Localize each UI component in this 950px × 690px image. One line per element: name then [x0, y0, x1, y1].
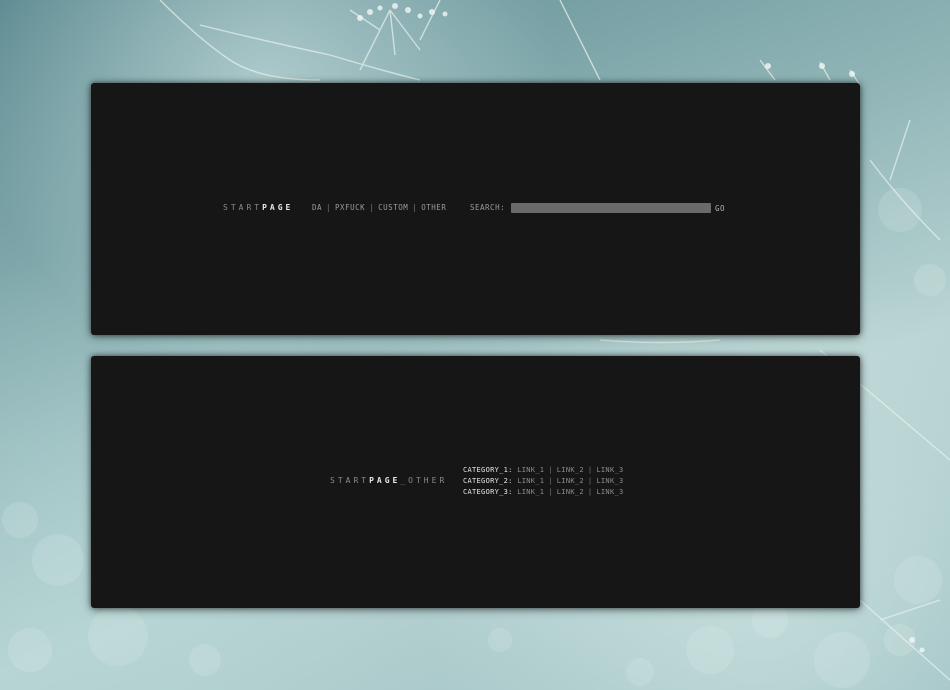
nav-link-pxfuck[interactable]: PXFUCK [335, 203, 365, 212]
search-go-button[interactable]: GO [715, 204, 725, 213]
link-separator: | [548, 477, 553, 485]
nav-link-da[interactable]: DA [312, 203, 322, 212]
category-row: CATEGORY_1: LINK_1 | LINK_2 | LINK_3 [463, 465, 624, 476]
category-row: CATEGORY_3: LINK_1 | LINK_2 | LINK_3 [463, 487, 624, 498]
category-link[interactable]: LINK_1 [517, 466, 544, 474]
nav-link-custom[interactable]: CUSTOM [378, 203, 408, 212]
logo-tail: _OTHER [400, 476, 448, 485]
startpage-other-panel: STARTPAGE_OTHER CATEGORY_1: LINK_1 | LINK_… [91, 356, 860, 608]
startpage-logo: STARTPAGE [223, 203, 293, 212]
category-link[interactable]: LINK_1 [517, 488, 544, 496]
search-input[interactable] [511, 203, 711, 213]
link-separator: | [587, 466, 593, 474]
logo-suffix: PAGE [369, 476, 401, 485]
startpage-header-panel: STARTPAGE DA | PXFUCK | CUSTOM | OTHER SEARCH:… [91, 83, 860, 335]
category-link[interactable]: LINK_3 [596, 466, 623, 474]
category-link[interactable]: LINK_2 [557, 488, 584, 496]
category-name: CATEGORY_3: [463, 488, 513, 496]
logo-prefix: START [330, 476, 370, 485]
category-row: CATEGORY_2: LINK_1 | LINK_2 | LINK_3 [463, 476, 624, 487]
link-separator: | [587, 477, 593, 485]
category-link[interactable]: LINK_2 [557, 466, 584, 474]
logo-suffix: PAGE [262, 203, 294, 212]
link-separator: | [548, 466, 553, 474]
nav-separator: | [412, 203, 418, 212]
category-link[interactable]: LINK_3 [596, 488, 623, 496]
startpage-other-logo: STARTPAGE_OTHER [330, 476, 447, 485]
search-label: SEARCH: [470, 203, 506, 212]
top-nav: DA | PXFUCK | CUSTOM | OTHER [312, 203, 446, 212]
category-link[interactable]: LINK_1 [517, 477, 544, 485]
logo-prefix: START [223, 203, 263, 212]
nav-separator: | [326, 203, 332, 212]
category-link[interactable]: LINK_2 [557, 477, 584, 485]
link-separator: | [587, 488, 593, 496]
category-link[interactable]: LINK_3 [596, 477, 623, 485]
category-name: CATEGORY_2: [463, 477, 513, 485]
category-name: CATEGORY_1: [463, 466, 513, 474]
nav-separator: | [369, 203, 375, 212]
category-list: CATEGORY_1: LINK_1 | LINK_2 | LINK_3 CATEGOR… [463, 465, 624, 498]
link-separator: | [548, 488, 553, 496]
nav-link-other[interactable]: OTHER [421, 203, 446, 212]
